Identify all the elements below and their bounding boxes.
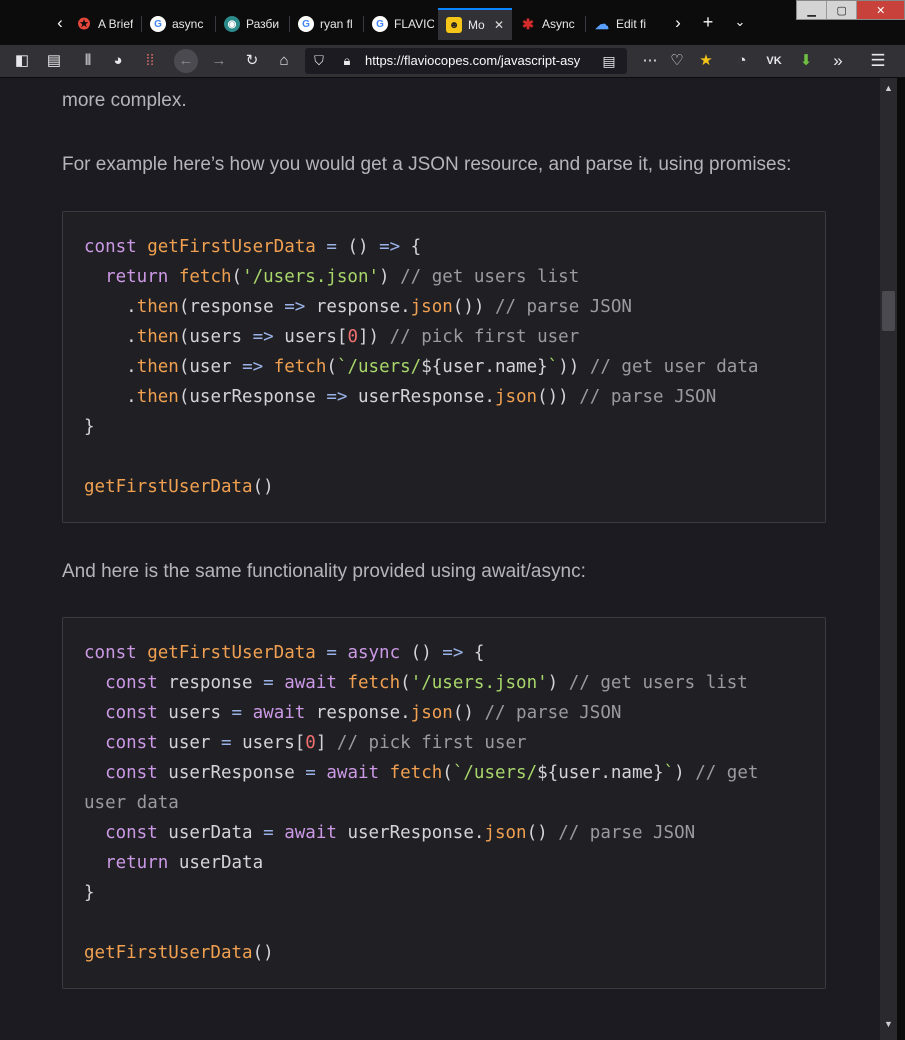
tab-label: Edit fi: [616, 17, 647, 31]
bookmark-star-icon[interactable]: ★: [694, 49, 718, 73]
scroll-down-icon[interactable]: ▼: [880, 1016, 897, 1032]
code-block-promises: const getFirstUserData = () => { return …: [62, 211, 826, 523]
code-line: }: [84, 417, 95, 437]
code-line: }: [84, 883, 95, 903]
flaviocopes-icon: ☻: [446, 17, 462, 33]
home-icon[interactable]: ⌂: [272, 49, 296, 73]
list-all-tabs-icon[interactable]: ⌄: [728, 10, 752, 34]
google-icon: G: [372, 16, 388, 32]
google-icon: G: [298, 16, 314, 32]
download-extension-icon[interactable]: ⬇: [794, 49, 818, 73]
code-async: const getFirstUserData = async () => { c…: [84, 638, 758, 968]
code-line: const userResponse = await fetch(`/users…: [105, 763, 759, 783]
tab-razbi[interactable]: ◉ Разби: [216, 8, 290, 40]
close-tab-icon[interactable]: ✕: [494, 18, 504, 32]
code-line: getFirstUserData(): [84, 943, 274, 963]
new-tab-icon[interactable]: +: [696, 10, 720, 34]
maximize-icon[interactable]: ▢: [827, 1, 858, 19]
sidebar-icon[interactable]: ◧: [10, 49, 34, 73]
tab-strip: ‹ ✪ A Brief G async ◉ Разби G ryan fl G …: [0, 0, 905, 45]
tab-label: Разби: [246, 17, 280, 31]
code-line: const userData = await userResponse.json…: [105, 823, 696, 843]
code-line: .then(user => fetch(`/users/${user.name}…: [84, 357, 759, 377]
tab-label: Async: [542, 17, 575, 31]
tab-list: ✪ A Brief G async ◉ Разби G ryan fl G FL…: [68, 8, 660, 40]
code-line: .then(userResponse => userResponse.json(…: [84, 387, 717, 407]
code-promises: const getFirstUserData = () => { return …: [84, 232, 758, 502]
code-line: const getFirstUserData = async () => {: [84, 643, 485, 663]
code-line: const getFirstUserData = () => {: [84, 237, 422, 257]
vertical-scrollbar[interactable]: ▲ ▼: [880, 78, 897, 1040]
pocket-icon[interactable]: ♡: [665, 49, 689, 73]
tab-active-mo[interactable]: ☻ Mo ✕: [438, 8, 512, 40]
tab-a-brief[interactable]: ✪ A Brief: [68, 8, 142, 40]
close-window-icon[interactable]: ✕: [857, 1, 905, 19]
vk-extension-icon[interactable]: VK: [762, 49, 786, 73]
code-line: getFirstUserData(): [84, 477, 274, 497]
star-logo-icon: ✪: [77, 16, 91, 33]
reader-view-icon[interactable]: ▤: [597, 49, 621, 73]
navigation-toolbar: ◧ ▤ ⫴ ◕ ⁞⁞ ← → ↻ ⌂ ⛉ 🔒︎ https://flavioco…: [0, 45, 905, 78]
tab-edit[interactable]: ☁ Edit fi: [586, 8, 660, 40]
apps-grid-icon[interactable]: ⁞⁞: [138, 49, 162, 73]
page-content: more complex. For example here’s how you…: [0, 78, 880, 1040]
page-actions-icon[interactable]: ⋯: [638, 49, 662, 73]
code-line: const response = await fetch('/users.jso…: [105, 673, 748, 693]
tab-async[interactable]: G async: [142, 8, 216, 40]
url-bar[interactable]: ⛉ 🔒︎ https://flaviocopes.com/javascript-…: [305, 48, 627, 74]
paragraph-async: And here is the same functionality provi…: [62, 561, 586, 582]
lock-icon[interactable]: 🔒︎: [335, 49, 359, 73]
reader-list-icon[interactable]: ▤: [42, 49, 66, 73]
code-line: return userData: [105, 853, 264, 873]
red-figure-icon: ✱: [522, 15, 534, 32]
account-icon[interactable]: ◕: [106, 49, 130, 73]
minimize-icon[interactable]: ▁: [797, 1, 828, 19]
overflow-chevron-icon[interactable]: »: [826, 49, 850, 73]
tab-label: async: [172, 17, 204, 31]
tab-flavio[interactable]: G FLAVIO: [364, 8, 438, 40]
window-controls: ▁ ▢ ✕: [796, 0, 905, 20]
paragraph-promises: For example here’s how you would get a J…: [62, 154, 792, 175]
shield-icon[interactable]: ⛉: [307, 49, 331, 73]
library-icon[interactable]: ⫴: [76, 49, 100, 73]
paragraph-intro-end: more complex.: [62, 90, 187, 111]
tab-async-2[interactable]: ✱ Async: [512, 8, 586, 40]
back-icon[interactable]: ←: [174, 49, 198, 73]
code-line: const user = users[0] // pick first user: [105, 733, 527, 753]
teal-logo-icon: ◉: [224, 16, 240, 32]
tab-label: FLAVIO: [394, 17, 434, 31]
google-icon: G: [150, 16, 166, 32]
scroll-tabs-right-icon[interactable]: ›: [667, 12, 689, 34]
code-line: .then(response => response.json()) // pa…: [84, 297, 632, 317]
scroll-up-icon[interactable]: ▲: [880, 80, 897, 96]
tab-label: A Brief: [98, 17, 134, 31]
code-block-async: const getFirstUserData = async () => { c…: [62, 617, 826, 989]
tab-ryan[interactable]: G ryan fl: [290, 8, 364, 40]
code-line: return fetch('/users.json') // get users…: [105, 267, 580, 287]
code-line: const users = await response.json() // p…: [105, 703, 622, 723]
tab-label: Mo: [468, 18, 485, 32]
forward-icon[interactable]: →: [207, 49, 231, 73]
tab-label: ryan fl: [320, 17, 353, 31]
url-text[interactable]: https://flaviocopes.com/javascript-asy: [365, 53, 595, 68]
cloud-icon: ☁: [595, 15, 609, 32]
window-border: [897, 78, 905, 1040]
scrollbar-thumb[interactable]: [882, 291, 895, 331]
code-line: .then(users => users[0]) // pick first u…: [84, 327, 580, 347]
code-line: user data: [84, 793, 179, 813]
ghost-extension-icon[interactable]: ◔: [730, 49, 754, 73]
reload-icon[interactable]: ↻: [240, 49, 264, 73]
hamburger-menu-icon[interactable]: ☰: [866, 49, 890, 73]
